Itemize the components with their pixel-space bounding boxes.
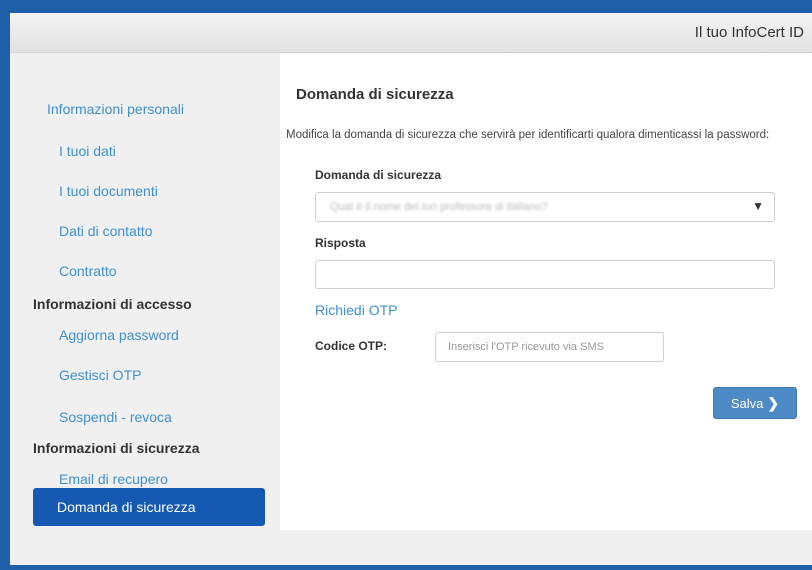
chevron-right-icon: ❯: [767, 395, 780, 411]
save-button[interactable]: Salva ❯: [713, 387, 797, 419]
brand-title: Il tuo InfoCert ID: [694, 24, 804, 41]
sidebar-section-sicurezza: Informazioni di sicurezza: [33, 440, 200, 456]
sidebar-item-sospendi-revoca[interactable]: Sospendi - revoca: [59, 409, 172, 425]
sidebar-item-tuoi-documenti[interactable]: I tuoi documenti: [59, 183, 158, 199]
answer-label: Risposta: [315, 236, 366, 250]
security-question-value: Qual è il nome del tuo professore di ita…: [330, 201, 548, 213]
sidebar: Informazioni personali I tuoi dati I tuo…: [10, 53, 280, 543]
save-button-label: Salva: [730, 396, 764, 411]
security-question-select[interactable]: Qual è il nome del tuo professore di ita…: [315, 192, 775, 222]
sidebar-item-informazioni-personali[interactable]: Informazioni personali: [47, 101, 184, 117]
caret-down-icon: ▼: [752, 199, 764, 213]
sidebar-item-aggiorna-password[interactable]: Aggiorna password: [59, 327, 179, 343]
answer-input[interactable]: [315, 260, 775, 289]
otp-code-input[interactable]: [435, 332, 664, 362]
sidebar-item-tuoi-dati[interactable]: I tuoi dati: [59, 143, 116, 159]
sidebar-item-contratto[interactable]: Contratto: [59, 263, 117, 279]
top-bar: Il tuo InfoCert ID: [10, 13, 812, 53]
page-description: Modifica la domanda di sicurezza che ser…: [286, 129, 770, 141]
request-otp-link[interactable]: Richiedi OTP: [315, 302, 397, 318]
question-label: Domanda di sicurezza: [315, 168, 442, 182]
sidebar-item-gestisci-otp[interactable]: Gestisci OTP: [59, 367, 141, 383]
page-title: Domanda di sicurezza: [296, 86, 454, 103]
main-panel: Domanda di sicurezza Modifica la domanda…: [280, 53, 812, 530]
sidebar-item-dati-di-contatto[interactable]: Dati di contatto: [59, 223, 152, 239]
otp-code-label: Codice OTP:: [315, 339, 388, 353]
sidebar-section-accesso: Informazioni di accesso: [33, 296, 192, 312]
sidebar-item-email-di-recupero[interactable]: Email di recupero: [59, 471, 168, 487]
app-window: Il tuo InfoCert ID Informazioni personal…: [10, 13, 812, 565]
sidebar-item-domanda-di-sicurezza[interactable]: Domanda di sicurezza: [33, 488, 265, 526]
